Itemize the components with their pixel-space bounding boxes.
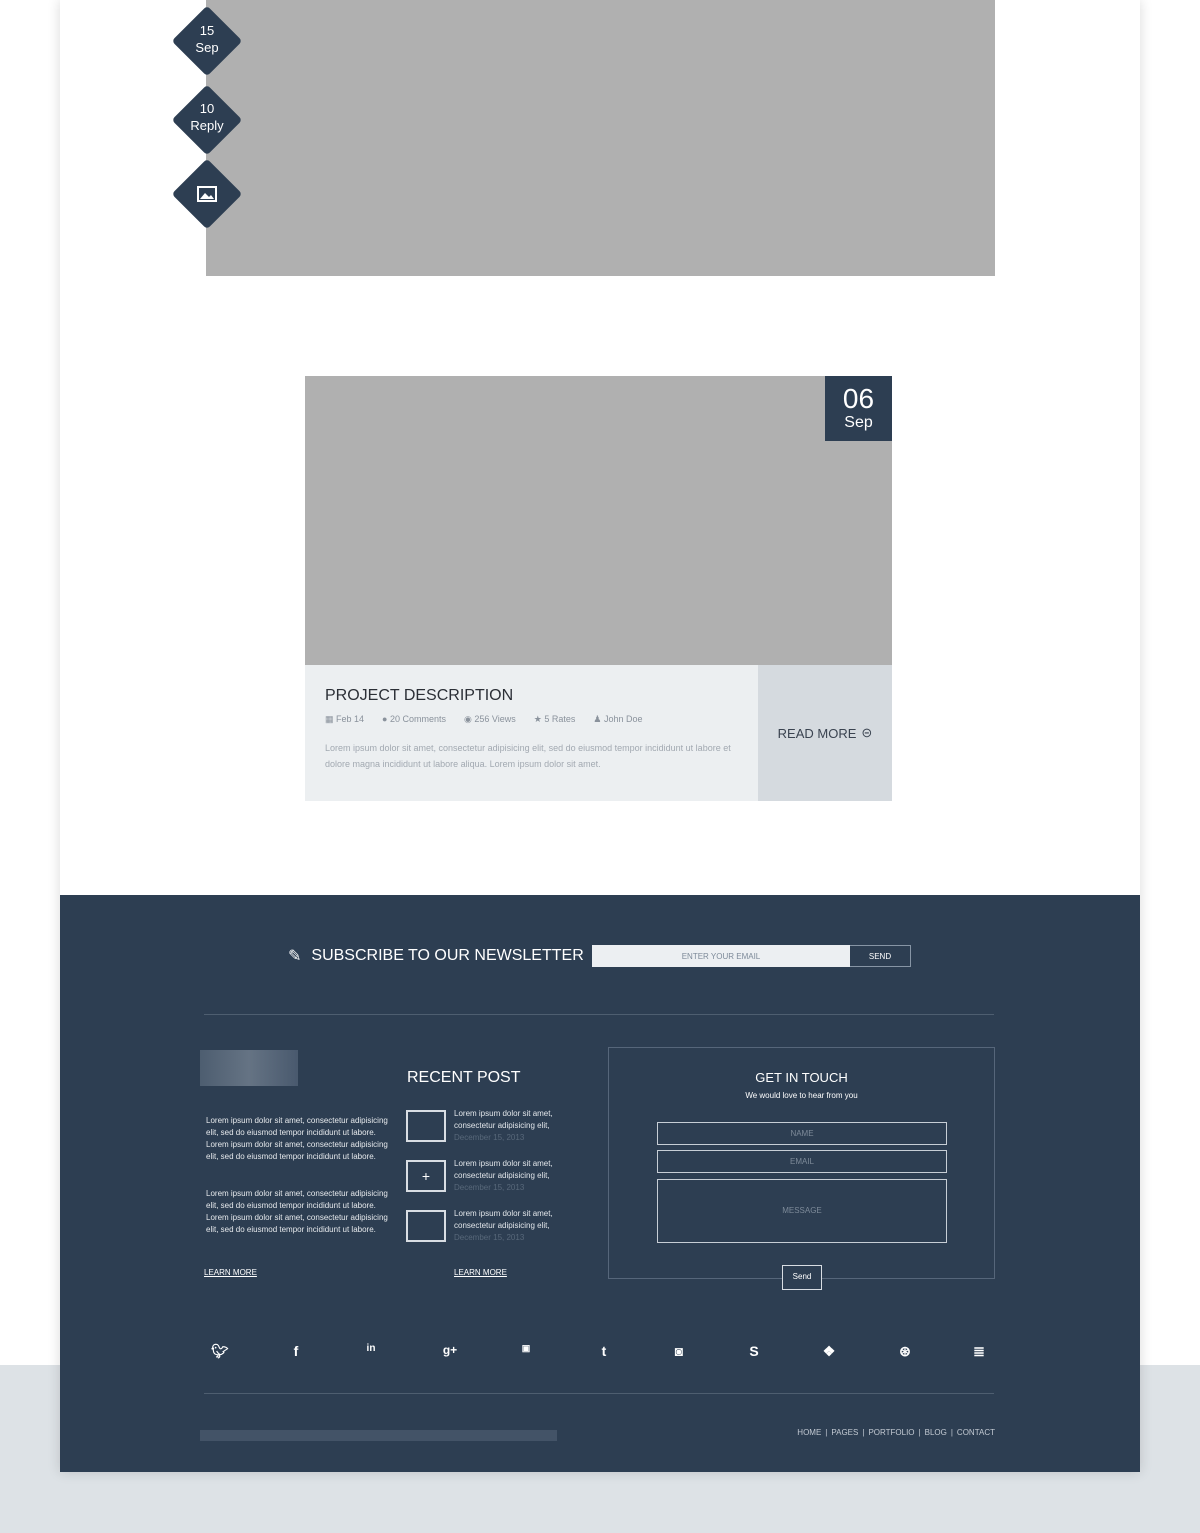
arrow-circle-icon: ⊝	[861, 725, 873, 740]
nav-home[interactable]: HOME	[797, 1428, 821, 1437]
facebook-icon[interactable]: f	[284, 1343, 308, 1359]
read-more-button[interactable]: READ MORE ⊝	[758, 665, 892, 801]
plus-icon: +	[421, 1168, 431, 1184]
post-card: PROJECT DESCRIPTION ▦ Feb 14 ● 20 Comment…	[305, 665, 758, 801]
date-badge: 06 Sep	[825, 376, 892, 441]
eye-icon: ◉ 256 Views	[464, 714, 516, 724]
star-icon: ★ 5 Rates	[533, 714, 576, 724]
calendar-icon: ▦ Feb 14	[325, 714, 365, 724]
recent-post-thumbnail[interactable]: +	[406, 1160, 446, 1192]
comment-icon: ● 20 Comments	[382, 714, 447, 724]
image-icon	[197, 186, 217, 202]
recent-post-title: RECENT POST	[407, 1069, 521, 1086]
date-day: 15	[199, 23, 215, 38]
nav-portfolio[interactable]: PORTFOLIO	[868, 1428, 914, 1437]
edit-icon: ✎	[288, 948, 302, 965]
copyright-text	[200, 1430, 557, 1441]
nav-contact[interactable]: CONTACT	[957, 1428, 995, 1437]
recent-post-item[interactable]: Lorem ipsum dolor sit amet, consectetur …	[454, 1108, 589, 1144]
skype-icon[interactable]: S	[742, 1343, 766, 1359]
read-more-label: READ MORE	[777, 725, 857, 741]
stack-overflow-icon[interactable]: ≣	[967, 1343, 991, 1360]
date-month: Sep	[844, 414, 873, 431]
about-learn-more-link[interactable]: LEARN MORE	[204, 1268, 257, 1277]
date-day: 06	[842, 383, 875, 414]
recent-post-item[interactable]: Lorem ipsum dolor sit amet, consectetur …	[454, 1158, 589, 1194]
email-input[interactable]	[657, 1150, 947, 1173]
newsletter-title: SUBSCRIBE TO OUR NEWSLETTER	[311, 947, 584, 964]
contact-subtitle: We would love to hear from you	[745, 1091, 858, 1100]
nav-pages[interactable]: PAGES	[831, 1428, 858, 1437]
footer-nav: HOME | PAGES | PORTFOLIO | BLOG | CONTACT	[797, 1428, 995, 1437]
twitter-icon[interactable]: 🐦︎	[208, 1343, 232, 1360]
recent-post-thumbnail[interactable]	[406, 1210, 446, 1242]
newsletter-send-button[interactable]: SEND	[850, 945, 911, 967]
newsletter-email-input[interactable]	[592, 945, 850, 967]
reply-count: 10	[199, 101, 215, 116]
footer: ✎ SUBSCRIBE TO OUR NEWSLETTER SEND Lorem …	[60, 895, 1140, 1472]
post-excerpt: Lorem ipsum dolor sit amet, consectetur …	[325, 743, 731, 769]
contact-title: GET IN TOUCH	[755, 1070, 848, 1085]
recent-learn-more-link[interactable]: LEARN MORE	[454, 1268, 507, 1277]
post-title: PROJECT DESCRIPTION	[325, 687, 514, 704]
contact-send-button[interactable]: Send	[782, 1265, 822, 1290]
nav-blog[interactable]: BLOG	[925, 1428, 947, 1437]
post-meta: ▦ Feb 14 ● 20 Comments ◉ 256 Views ★ 5 Rate…	[325, 714, 660, 725]
logo	[200, 1050, 298, 1086]
dropbox-icon[interactable]: ❖	[817, 1343, 841, 1360]
youtube-icon[interactable]: ▣	[514, 1343, 538, 1354]
message-textarea[interactable]	[657, 1179, 947, 1243]
recent-post-item[interactable]: Lorem ipsum dolor sit amet, consectetur …	[454, 1208, 589, 1244]
about-text: Lorem ipsum dolor sit amet, consectetur …	[206, 1189, 388, 1234]
about-text: Lorem ipsum dolor sit amet, consectetur …	[206, 1116, 388, 1161]
user-icon: ♟ John Doe	[593, 714, 643, 724]
divider	[204, 1393, 994, 1394]
name-input[interactable]	[657, 1122, 947, 1145]
rss-icon[interactable]: ◙	[667, 1343, 691, 1359]
dribbble-icon[interactable]: ⊛	[893, 1343, 917, 1360]
google-plus-icon[interactable]: g+	[438, 1343, 462, 1357]
linkedin-icon[interactable]: in	[359, 1343, 383, 1354]
post-image[interactable]	[305, 376, 892, 665]
post-image[interactable]	[206, 0, 995, 276]
divider	[204, 1014, 994, 1015]
recent-post-thumbnail[interactable]	[406, 1110, 446, 1142]
reply-label: Reply	[190, 118, 224, 133]
tumblr-icon[interactable]: t	[592, 1343, 616, 1359]
date-month: Sep	[195, 40, 219, 55]
